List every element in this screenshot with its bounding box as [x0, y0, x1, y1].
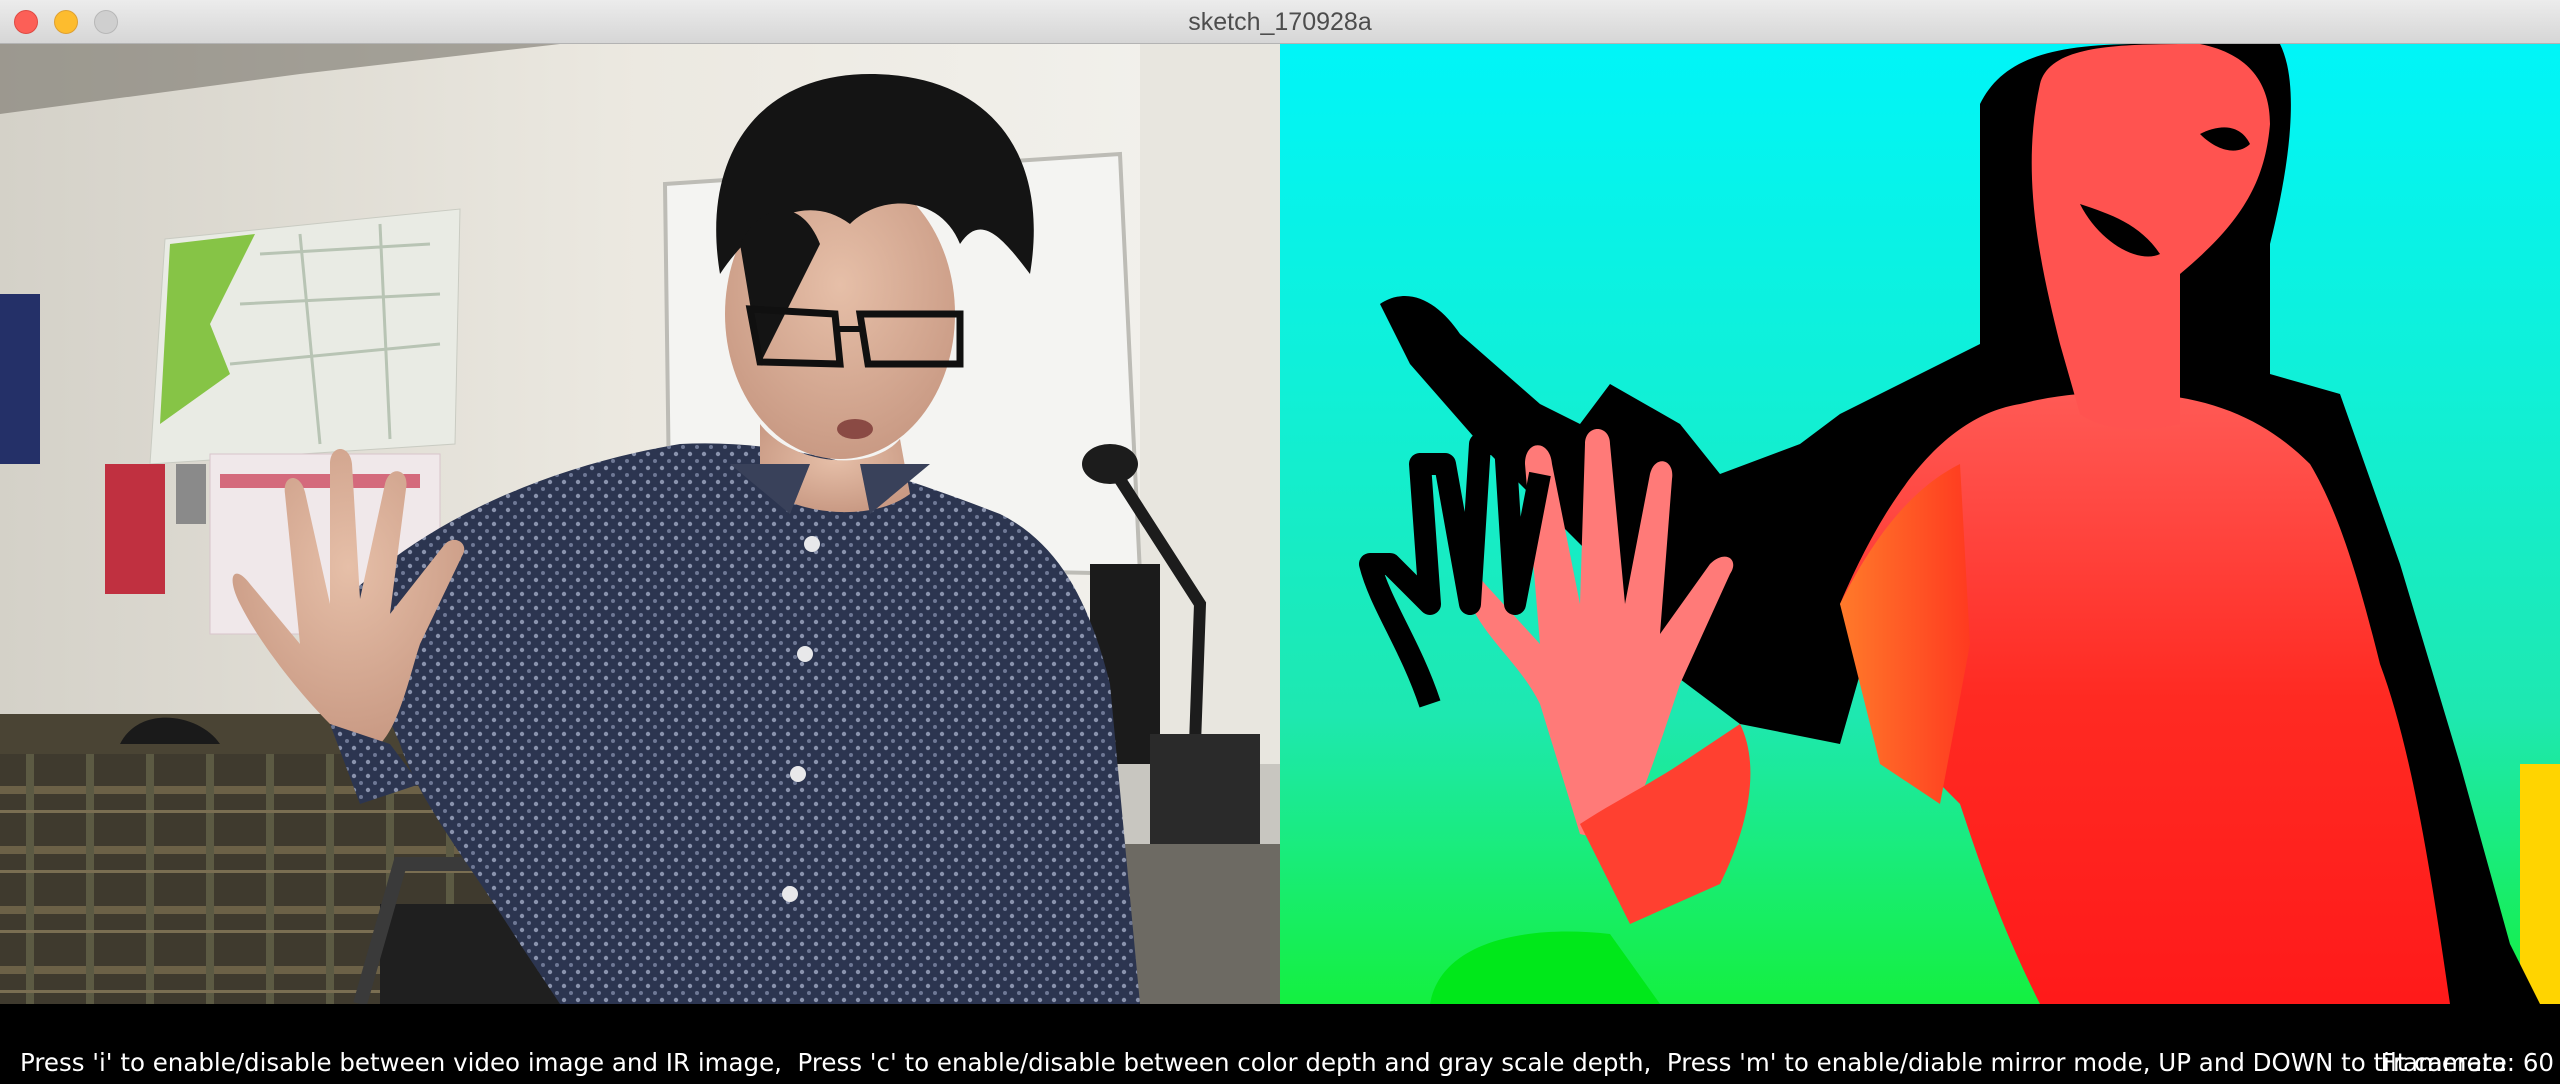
title-bar[interactable]: sketch_170928a — [0, 0, 2560, 44]
depth-image-pane — [1280, 44, 2560, 1004]
status-bar: Press 'i' to enable/disable between vide… — [0, 1004, 2560, 1084]
depth-image — [1280, 44, 2560, 1004]
video-image-pane — [0, 44, 1280, 1004]
keyboard-instructions: Press 'i' to enable/disable between vide… — [20, 1048, 2507, 1077]
window-title: sketch_170928a — [1188, 8, 1372, 36]
video-image — [0, 44, 1280, 1004]
app-window: sketch_170928a Press 'i' to enable/disab… — [0, 0, 2560, 1084]
framerate-readout: Framerate: 60 — [2380, 1048, 2554, 1077]
